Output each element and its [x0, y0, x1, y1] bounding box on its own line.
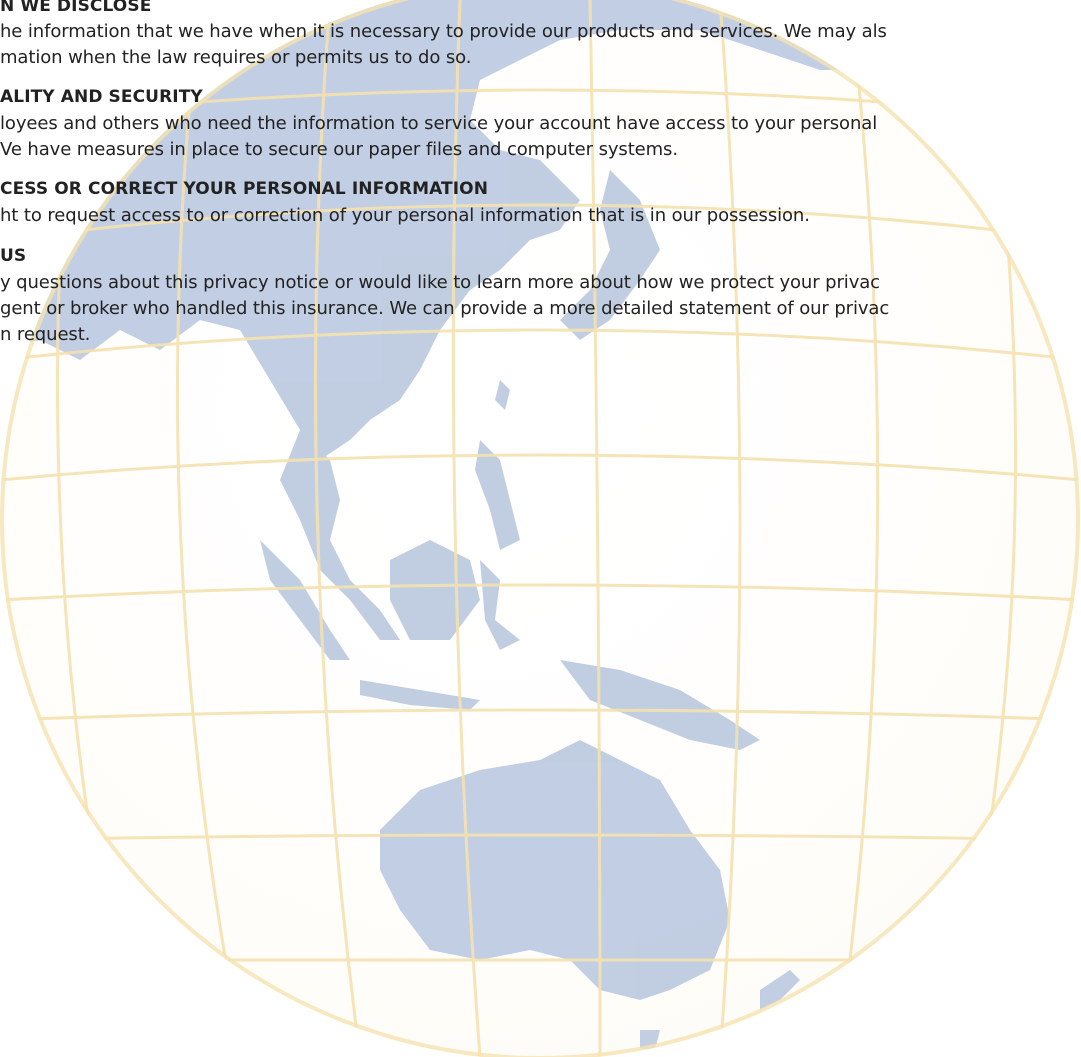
- notice-text: N WE DISCLOSE he information that we hav…: [0, 0, 1081, 1057]
- section-heading-contact: US: [0, 246, 27, 266]
- section-heading-access: CESS OR CORRECT YOUR PERSONAL INFORMATIO…: [0, 179, 489, 199]
- section-line: loyees and others who need the informati…: [0, 113, 878, 134]
- section-heading-disclose: N WE DISCLOSE: [0, 0, 152, 16]
- section-line: Ve have measures in place to secure our …: [0, 139, 678, 160]
- privacy-notice-page: N WE DISCLOSE he information that we hav…: [0, 0, 1081, 1057]
- section-line: gent or broker who handled this insuranc…: [0, 298, 890, 319]
- section-line: he information that we have when it is n…: [0, 21, 887, 42]
- section-heading-confidentiality: ALITY AND SECURITY: [0, 87, 203, 107]
- section-line: n request.: [0, 324, 91, 345]
- section-line: ht to request access to or correction of…: [0, 205, 810, 226]
- section-line: mation when the law requires or permits …: [0, 47, 472, 68]
- section-line: y questions about this privacy notice or…: [0, 272, 880, 293]
